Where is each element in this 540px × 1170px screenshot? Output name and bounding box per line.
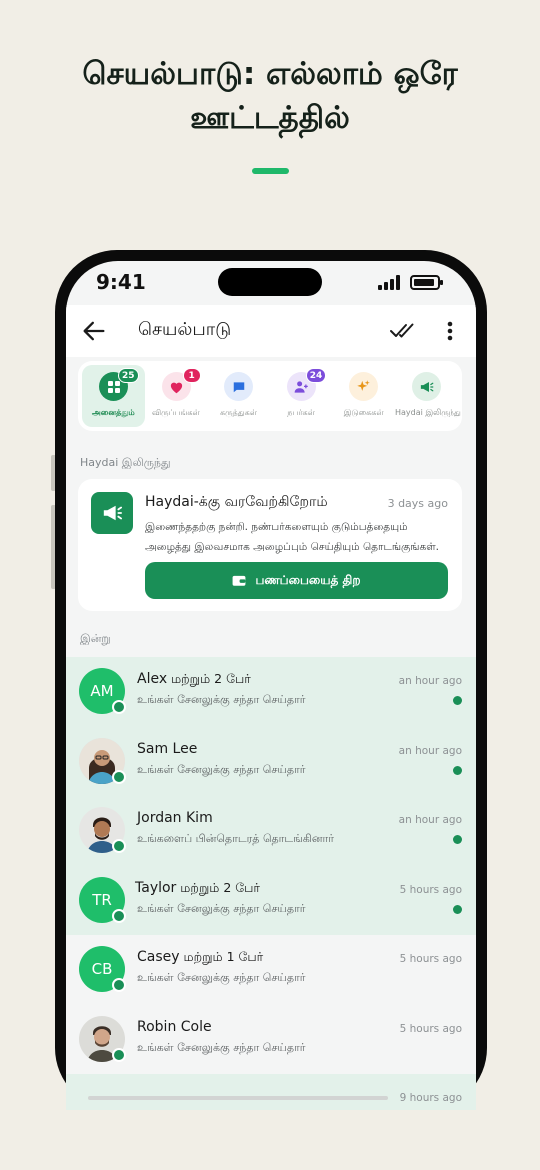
filter-tab-posts[interactable]: இடுகைகள் xyxy=(332,365,395,427)
filter-label: விருப்பங்கள் xyxy=(152,408,200,417)
notification-subtitle: உங்கள் சேனலுக்கு சந்தா செய்தார் xyxy=(137,693,306,706)
online-indicator xyxy=(112,700,126,714)
phone-screen: 9:41 செயல்பாடு 25 அனைத்தும் 1 விருப்பங்க… xyxy=(66,261,476,1110)
dynamic-island xyxy=(218,268,322,296)
filter-label: இடுகைகள் xyxy=(343,408,384,417)
notification-title: Robin Cole xyxy=(137,1019,212,1035)
notification-item[interactable]: AM Alex மற்றும் 2 பேர் உங்கள் சேனலுக்கு … xyxy=(66,657,476,727)
mark-all-read-button[interactable] xyxy=(388,317,416,345)
arrow-left-icon xyxy=(83,321,105,341)
notification-title: Sam Lee xyxy=(137,741,197,757)
status-icons xyxy=(378,275,443,290)
online-indicator xyxy=(112,839,126,853)
notification-title: Alex மற்றும் 2 பேர் xyxy=(137,671,251,688)
filter-badge: 1 xyxy=(182,368,201,383)
double-check-icon xyxy=(390,323,414,338)
megaphone-icon xyxy=(91,492,133,534)
filter-label: Haydai இலிருந்து xyxy=(394,408,461,417)
notification-time: 5 hours ago xyxy=(399,953,462,965)
section-header-today: இன்று xyxy=(80,632,111,645)
filter-badge: 25 xyxy=(118,368,139,383)
online-indicator xyxy=(112,1047,126,1062)
notification-item[interactable]: CB Casey மற்றும் 1 பேர் உங்கள் சேனலுக்கு… xyxy=(66,935,476,1005)
notification-item[interactable]: TR Taylor மற்றும் 2 பேர் உங்கள் சேனலுக்க… xyxy=(66,865,476,935)
actor-name[interactable]: Jordan Kim xyxy=(137,810,213,826)
welcome-body: இணைந்ததற்கு நன்றி. நண்பர்களையும் குடும்ப… xyxy=(145,521,440,553)
filter-label: அனைத்தும் xyxy=(91,408,135,417)
megaphone-icon xyxy=(411,372,441,401)
notification-item[interactable]: Sam Lee உங்கள் சேனலுக்கு சந்தா செய்தார் … xyxy=(66,726,476,796)
welcome-title: Haydai-க்கு வரவேற்கிறோம் xyxy=(145,494,328,510)
back-button[interactable] xyxy=(80,317,108,345)
notification-title: Taylor மற்றும் 2 பேர் xyxy=(135,880,260,897)
filter-label: நபர்கள் xyxy=(287,408,315,417)
more-vertical-icon xyxy=(447,321,453,341)
notification-item[interactable]: Jordan Kim உங்களைப் பின்தொடரத் தொடங்கினா… xyxy=(66,796,476,866)
comment-icon xyxy=(224,372,254,401)
notification-item[interactable]: Robin Cole உங்கள் சேனலுக்கு சந்தா செய்தா… xyxy=(66,1005,476,1075)
unread-dot xyxy=(453,765,462,775)
notification-subtitle: உங்கள் சேனலுக்கு சந்தா செய்தார் xyxy=(137,762,306,776)
filter-tab-all[interactable]: 25 அனைத்தும் xyxy=(82,365,145,427)
actor-others: மற்றும் 1 பேர் xyxy=(179,949,264,964)
headline-line-1: செயல்பாடு: எல்லாம் ஒரே xyxy=(82,56,458,92)
notification-time: an hour ago xyxy=(398,814,462,826)
more-options-button[interactable] xyxy=(440,317,460,345)
notification-subtitle: உங்கள் சேனலுக்கு சந்தா செய்தார் xyxy=(137,901,306,915)
filter-tab-from-haydai[interactable]: Haydai இலிருந்து xyxy=(394,365,461,427)
actor-others: மற்றும் 2 பேர் xyxy=(167,671,251,686)
notification-title: Casey மற்றும் 1 பேர் xyxy=(137,949,263,966)
notification-time: 5 hours ago xyxy=(399,883,462,896)
online-indicator xyxy=(112,769,126,784)
filter-badge: 24 xyxy=(305,368,327,383)
notification-title: Jordan Kim xyxy=(137,810,213,826)
headline-accent-bar xyxy=(252,168,289,174)
online-indicator xyxy=(112,978,126,992)
online-indicator xyxy=(112,908,126,923)
filter-tabs: 25 அனைத்தும் 1 விருப்பங்கள் கருத்துகள் 2… xyxy=(78,361,462,431)
unread-dot xyxy=(453,835,462,844)
actor-name[interactable]: Taylor xyxy=(135,880,176,896)
welcome-card: Haydai-க்கு வரவேற்கிறோம் 3 days ago இணைந… xyxy=(78,479,462,611)
sparkle-icon xyxy=(349,372,379,401)
battery-icon xyxy=(410,275,443,290)
filter-label: கருத்துகள் xyxy=(219,408,257,417)
open-wallet-button[interactable]: பணப்பையைத் திற xyxy=(145,562,448,599)
notification-list: AM Alex மற்றும் 2 பேர் உங்கள் சேனலுக்கு … xyxy=(66,657,476,1110)
actor-others: மற்றும் 2 பேர் xyxy=(176,879,260,895)
home-indicator xyxy=(88,1096,388,1100)
notification-subtitle: உங்கள் சேனலுக்கு சந்தா செய்தார் xyxy=(137,971,306,984)
actor-name[interactable]: Casey xyxy=(137,949,180,965)
notification-subtitle: உங்கள் சேனலுக்கு சந்தா செய்தார் xyxy=(137,1040,306,1054)
marketing-headline: செயல்பாடு: எல்லாம் ஒரே ஊட்டத்தில் xyxy=(0,52,540,140)
filter-tab-comments[interactable]: கருத்துகள் xyxy=(207,365,270,427)
notification-item[interactable]: 9 hours ago xyxy=(66,1074,476,1110)
status-time: 9:41 xyxy=(96,270,146,294)
filter-tab-people[interactable]: 24 நபர்கள் xyxy=(270,365,333,427)
actor-name[interactable]: Robin Cole xyxy=(137,1019,212,1035)
open-wallet-label: பணப்பையைத் திற xyxy=(255,572,361,587)
notification-time: an hour ago xyxy=(398,675,462,687)
wallet-icon xyxy=(233,575,246,586)
page-title: செயல்பாடு xyxy=(138,319,232,340)
phone-frame: 9:41 செயல்பாடு 25 அனைத்தும் 1 விருப்பங்க… xyxy=(55,250,487,1110)
signal-icon xyxy=(378,275,400,290)
notification-time: an hour ago xyxy=(398,744,462,757)
notification-time: 9 hours ago xyxy=(399,1092,462,1104)
unread-dot xyxy=(453,904,462,914)
welcome-time: 3 days ago xyxy=(387,497,448,510)
notification-subtitle: உங்களைப் பின்தொடரத் தொடங்கினார் xyxy=(137,832,334,845)
actor-name[interactable]: Sam Lee xyxy=(137,741,197,757)
actor-name[interactable]: Alex xyxy=(137,671,167,687)
notification-time: 5 hours ago xyxy=(399,1022,462,1035)
app-bar: செயல்பாடு xyxy=(66,305,476,357)
section-header-from-haydai: Haydai இலிருந்து xyxy=(80,456,171,469)
headline-line-2: ஊட்டத்தில் xyxy=(190,100,350,136)
unread-dot xyxy=(453,696,462,705)
filter-tab-likes[interactable]: 1 விருப்பங்கள் xyxy=(145,365,208,427)
